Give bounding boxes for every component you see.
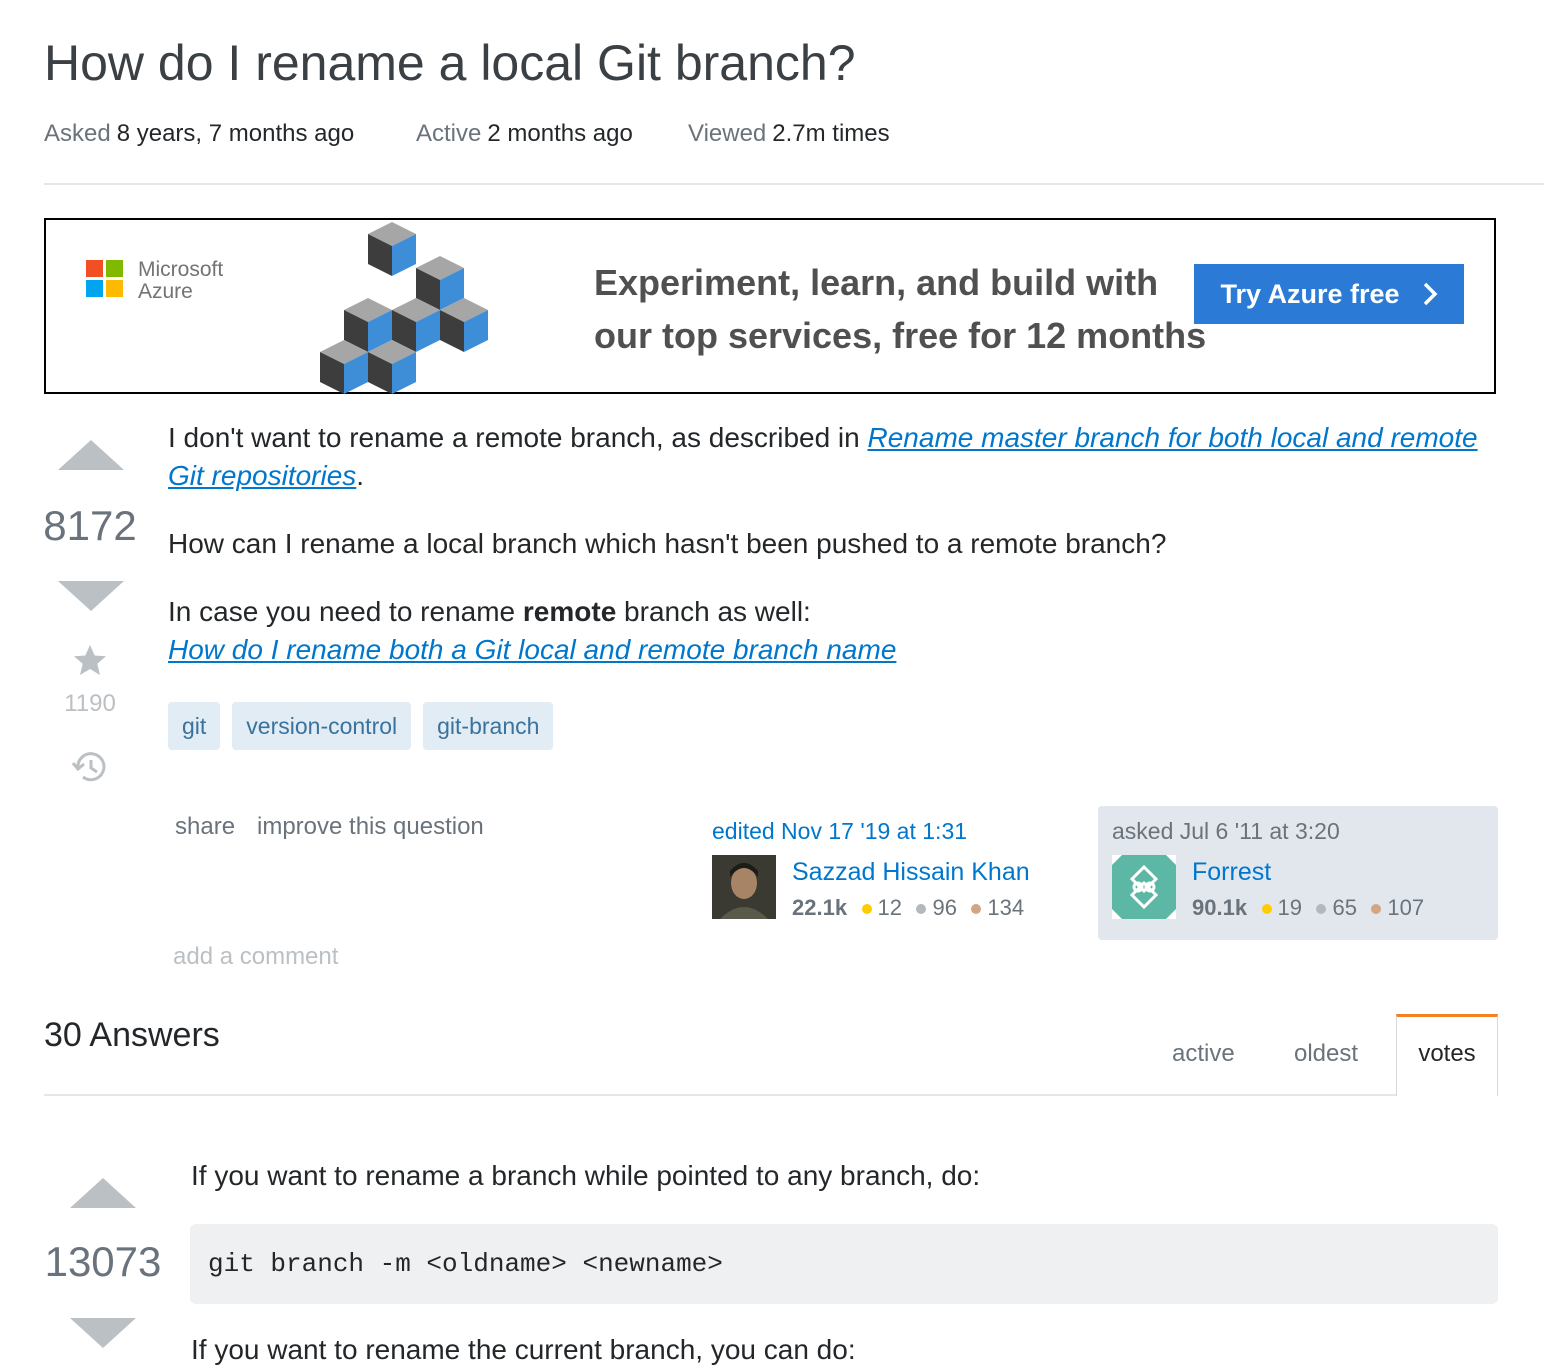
owner-reputation: 90.1k 19 65 107 xyxy=(1192,895,1424,921)
tab-active[interactable]: active xyxy=(1172,1040,1235,1068)
editor-gold-badges: 12 xyxy=(861,895,902,920)
owner-name[interactable]: Forrest xyxy=(1192,858,1271,887)
tab-votes[interactable]: votes xyxy=(1396,1014,1498,1096)
editor-silver-badges: 96 xyxy=(916,895,957,920)
tag-git-branch[interactable]: git-branch xyxy=(423,702,554,750)
answers-divider xyxy=(44,1094,1498,1096)
viewed-meta: Viewed 2.7m times xyxy=(688,120,890,148)
question-upvote-button[interactable] xyxy=(58,440,124,470)
tab-oldest[interactable]: oldest xyxy=(1294,1040,1358,1068)
active-label: Active xyxy=(416,120,482,147)
azure-ad-banner[interactable]: Microsoft Azure Experiment, learn, and b… xyxy=(44,218,1496,394)
p3-bold: remote xyxy=(522,596,617,627)
asked-meta: Asked 8 years, 7 months ago xyxy=(44,120,354,148)
ad-headline-line1: Experiment, learn, and build with xyxy=(594,262,1159,303)
editor-bronze-badges: 134 xyxy=(971,895,1024,920)
owner-bronze: 107 xyxy=(1387,895,1425,920)
editor-silver: 96 xyxy=(932,895,957,920)
question-downvote-button[interactable] xyxy=(58,581,124,611)
tag-git[interactable]: git xyxy=(168,702,221,750)
question-paragraph-3: In case you need to rename remote branch… xyxy=(168,593,1488,669)
add-comment-link[interactable]: add a comment xyxy=(173,943,338,971)
active-value[interactable]: 2 months ago xyxy=(487,120,632,147)
asked-value: 8 years, 7 months ago xyxy=(116,120,355,147)
question-title: How do I rename a local Git branch? xyxy=(44,35,856,91)
viewed-value: 2.7m times xyxy=(772,120,890,147)
favorite-count: 1190 xyxy=(64,690,116,717)
p3-end: branch as well: xyxy=(616,596,811,627)
asked-label: Asked xyxy=(44,120,111,147)
editor-reputation: 22.1k 12 96 134 xyxy=(792,895,1024,921)
editor-name[interactable]: Sazzad Hissain Khan xyxy=(792,858,1030,887)
rename-both-link[interactable]: How do I rename both a Git local and rem… xyxy=(168,634,896,665)
p1-end: . xyxy=(356,460,365,491)
answer-paragraph-1: If you want to rename a branch while poi… xyxy=(191,1160,981,1191)
p3-text: In case you need to rename xyxy=(168,596,523,627)
try-azure-button[interactable]: Try Azure free xyxy=(1194,264,1464,324)
tag-version-control[interactable]: version-control xyxy=(232,702,412,750)
question-paragraph-2: How can I rename a local branch which ha… xyxy=(168,528,1167,559)
favorite-star-icon[interactable] xyxy=(72,643,108,677)
answer-paragraph-2: If you want to rename the current branch… xyxy=(191,1334,856,1365)
answer-code: git branch -m <oldname> <newname> xyxy=(208,1249,723,1279)
ad-headline-line2: our top services, free for 12 months xyxy=(594,315,1207,356)
editor-gold: 12 xyxy=(877,895,902,920)
owner-avatar[interactable] xyxy=(1112,855,1176,919)
tab-votes-label: votes xyxy=(1418,1040,1476,1067)
brand-line2: Azure xyxy=(138,280,193,303)
answer-upvote-button[interactable] xyxy=(70,1178,136,1208)
answers-count: 30 Answers xyxy=(44,1016,220,1054)
tag-list: git version-control git-branch xyxy=(168,702,565,750)
history-icon[interactable] xyxy=(70,750,110,786)
brand-line1: Microsoft xyxy=(138,258,224,281)
ad-headline: Experiment, learn, and build with our to… xyxy=(594,256,1206,362)
owner-silver-badges: 65 xyxy=(1316,895,1357,920)
question-body: I don't want to rename a remote branch, … xyxy=(168,419,1488,669)
p1-text: I don't want to rename a remote branch, … xyxy=(168,422,868,453)
asked-timestamp: asked Jul 6 '11 at 3:20 xyxy=(1112,818,1340,844)
cubes-illustration xyxy=(320,222,488,394)
share-link[interactable]: share xyxy=(175,813,235,841)
question-vote-count: 8172 xyxy=(43,502,137,549)
edited-timestamp[interactable]: edited Nov 17 '19 at 1:31 xyxy=(712,818,967,845)
editor-rep: 22.1k xyxy=(792,895,848,920)
owner-gold: 19 xyxy=(1277,895,1302,920)
question-paragraph-1: I don't want to rename a remote branch, … xyxy=(168,419,1488,495)
try-azure-label: Try Azure free xyxy=(1220,278,1400,309)
owner-bronze-badges: 107 xyxy=(1371,895,1424,920)
answer-downvote-button[interactable] xyxy=(70,1318,136,1348)
active-meta: Active 2 months ago xyxy=(416,120,633,148)
answer-vote-count: 13073 xyxy=(44,1238,162,1285)
improve-question-link[interactable]: improve this question xyxy=(257,813,484,841)
owner-silver: 65 xyxy=(1332,895,1357,920)
answer-code-block: git branch -m <oldname> <newname> xyxy=(190,1224,1498,1304)
owner-gold-badges: 19 xyxy=(1261,895,1302,920)
editor-bronze: 134 xyxy=(987,895,1025,920)
editor-avatar[interactable] xyxy=(712,855,776,919)
editor-card: edited Nov 17 '19 at 1:31 xyxy=(712,818,967,845)
title-divider xyxy=(44,183,1544,185)
viewed-label: Viewed xyxy=(688,120,767,147)
owner-rep: 90.1k xyxy=(1192,895,1248,920)
chevron-right-icon xyxy=(1423,282,1438,306)
